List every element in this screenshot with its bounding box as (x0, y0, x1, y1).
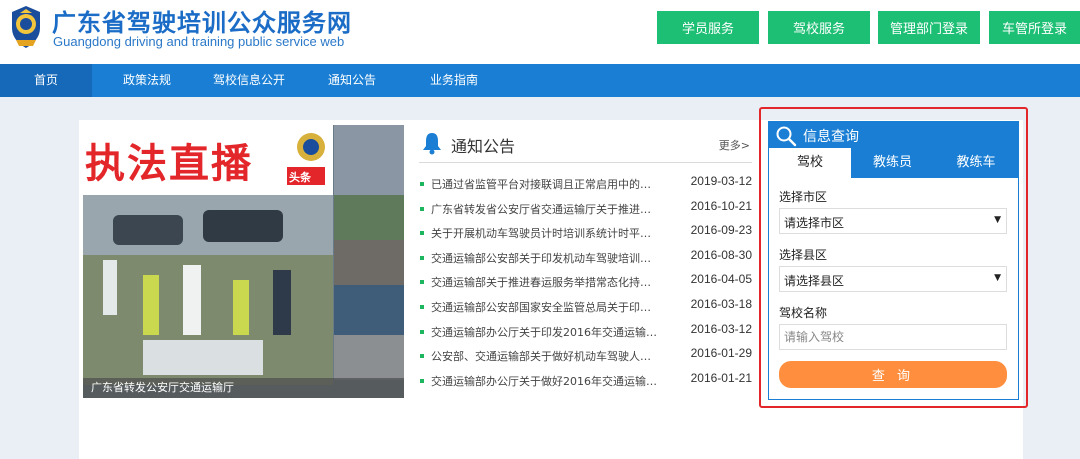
student-service-button[interactable]: 学员服务 (657, 11, 759, 44)
notice-item-date: 2016-10-21 (690, 198, 752, 213)
county-select-value: 请选择县区 (784, 274, 845, 288)
notice-item-date: 2016-08-30 (690, 247, 752, 262)
notice-item[interactable]: 交通运输部办公厅关于做好2016年交通运输工作的通知 2016-01-21 (419, 370, 754, 398)
query-tabs: 驾校 教练员 教练车 (769, 148, 1018, 178)
query-header: 信息查询 (769, 122, 1018, 148)
more-link[interactable]: 更多> (719, 137, 750, 153)
banner-tag: 头条 (289, 171, 311, 184)
county-select[interactable]: 请选择县区 ▼ (779, 266, 1007, 292)
tab-training-car[interactable]: 教练车 (934, 148, 1018, 178)
city-select-value: 请选择市区 (784, 216, 845, 230)
notice-item-date: 2016-03-18 (690, 296, 752, 311)
admin-login-button[interactable]: 管理部门登录 (878, 11, 980, 44)
bullet-icon (420, 354, 424, 359)
bullet-icon (420, 304, 424, 309)
notice-item[interactable]: 交通运输部公安部国家安全监管总局关于印发道路交通运输 2016-03-18 (419, 296, 754, 324)
news-banner-image[interactable]: 执法直播 头条 广东省转发公安厅交通运输厅 (83, 125, 404, 398)
school-service-button[interactable]: 驾校服务 (768, 11, 870, 44)
notice-item-title: 关于开展机动车驾驶员计时培训系统计时平台对接工作的通知 (431, 227, 657, 241)
tab-instructor[interactable]: 教练员 (851, 148, 934, 178)
notice-item[interactable]: 关于开展机动车驾驶员计时培训系统计时平台对接工作的通知 2016-09-23 (419, 223, 754, 250)
city-label: 选择市区 (779, 190, 828, 204)
bullet-icon (420, 280, 424, 285)
bullet-icon (420, 231, 424, 236)
query-title: 信息查询 (803, 129, 859, 145)
nav-item-guide[interactable]: 业务指南 (416, 64, 492, 97)
bullet-icon (420, 378, 424, 383)
notice-item[interactable]: 已通过省监管平台对接联调且正常启用中的计时培训系统 2019-03-12 (419, 174, 754, 201)
notice-item-title: 交通运输部办公厅关于印发2016年交通运输工作要点的通知 (431, 325, 657, 339)
nav-item-policy[interactable]: 政策法规 (106, 64, 188, 97)
notice-item-title: 交通运输部公安部国家安全监管总局关于印发道路交通运输 (431, 300, 657, 314)
notice-item-date: 2016-04-05 (690, 272, 752, 287)
notice-item-date: 2016-03-12 (690, 321, 752, 336)
query-submit-button[interactable]: 查 询 (779, 361, 1007, 388)
banner-caption: 广东省转发公安厅交通运输厅 (83, 378, 404, 398)
notice-item-title: 交通运输部办公厅关于做好2016年交通运输工作的通知 (431, 374, 657, 388)
notice-item-date: 2016-01-21 (690, 370, 752, 385)
bullet-icon (420, 182, 424, 186)
notice-title: 通知公告 (451, 137, 516, 156)
bullet-icon (420, 329, 424, 334)
notice-item-title: 广东省转发省公安厅省交通运输厅关于推进机动车驾驶人培训 (431, 202, 657, 216)
bell-icon (423, 133, 441, 155)
main-nav: 首页 政策法规 驾校信息公开 通知公告 业务指南 (0, 64, 1080, 97)
notice-item-title: 交通运输部关于推进春运服务举措常态化持续化的通知 (431, 276, 657, 290)
notice-item[interactable]: 交通运输部关于推进春运服务举措常态化持续化的通知 2016-04-05 (419, 272, 754, 299)
notice-item[interactable]: 交通运输部公安部关于印发机动车驾驶培训教学与考试大纲 2016-08-30 (419, 247, 754, 275)
vehicle-office-login-button[interactable]: 车管所登录 (989, 11, 1080, 44)
dropdown-arrow-icon: ▼ (994, 215, 1001, 225)
nav-item-school-info[interactable]: 驾校信息公开 (204, 64, 294, 97)
notice-item-date: 2019-03-12 (690, 174, 752, 188)
school-name-input[interactable] (779, 324, 1007, 350)
bullet-icon (420, 255, 424, 260)
school-name-label: 驾校名称 (779, 306, 828, 320)
site-subtitle: Guangdong driving and training public se… (53, 34, 345, 49)
city-select[interactable]: 请选择市区 ▼ (779, 208, 1007, 234)
site-header: 广东省驾驶培训公众服务网 Guangdong driving and train… (0, 0, 1080, 64)
dropdown-arrow-icon: ▼ (994, 273, 1001, 283)
notice-item[interactable]: 交通运输部办公厅关于印发2016年交通运输工作要点的通知 2016-03-12 (419, 321, 754, 349)
emblem-logo-icon (12, 6, 40, 48)
notice-item-title: 已通过省监管平台对接联调且正常启用中的计时培训系统 (431, 178, 657, 191)
info-query-panel: 信息查询 驾校 教练员 教练车 选择市区 请选择市区 ▼ 选择县区 请选择县区 … (768, 121, 1019, 400)
notice-item[interactable]: 广东省转发省公安厅省交通运输厅关于推进机动车驾驶人培训 2016-10-21 (419, 198, 754, 226)
notice-item-date: 2016-09-23 (690, 223, 752, 238)
notice-list: 已通过省监管平台对接联调且正常启用中的计时培训系统 2019-03-12 广东省转发… (419, 174, 754, 398)
search-icon (776, 126, 797, 147)
notice-item-title: 交通运输部公安部关于印发机动车驾驶培训教学与考试大纲 (431, 251, 657, 265)
notice-item[interactable]: 公安部、交通运输部关于做好机动车驾驶人培训考试制度改革 2016-01-29 (419, 346, 754, 373)
bullet-icon (420, 206, 424, 211)
notice-item-title: 公安部、交通运输部关于做好机动车驾驶人培训考试制度改革 (431, 350, 657, 364)
site-title: 广东省驾驶培训公众服务网 (52, 9, 352, 37)
county-label: 选择县区 (779, 248, 828, 262)
nav-item-notices[interactable]: 通知公告 (314, 64, 390, 97)
banner-headline: 执法直播 (85, 141, 253, 187)
tab-school[interactable]: 驾校 (769, 148, 851, 178)
notice-header: 通知公告 更多> (419, 127, 752, 163)
notice-item-date: 2016-01-29 (690, 346, 752, 361)
nav-item-home[interactable]: 首页 (0, 64, 92, 97)
